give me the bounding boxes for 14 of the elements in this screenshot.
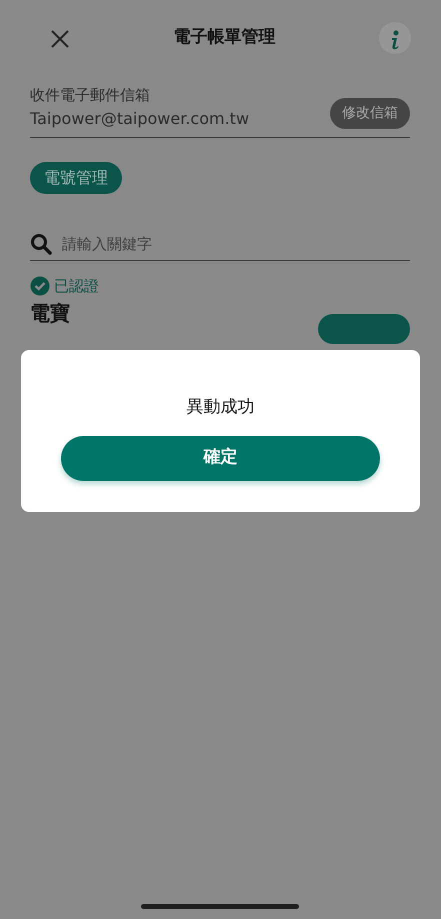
confirm-button[interactable]: 確定: [61, 436, 380, 480]
verified-status: 已認證: [54, 276, 99, 297]
email-value: Taipower@taipower.com.tw: [30, 108, 250, 130]
verified-icon: [30, 276, 50, 296]
page-title: 電子帳單管理: [174, 26, 276, 50]
account-manage-button[interactable]: 電號管理: [30, 162, 122, 194]
edit-email-button[interactable]: 修改信箱: [330, 98, 410, 129]
dialog-message: 異動成功: [186, 396, 254, 419]
search-icon: [30, 232, 52, 255]
apply-button[interactable]: [318, 314, 410, 344]
email-label: 收件電子郵件信箱: [30, 85, 151, 106]
search-field[interactable]: 請輸入關鍵字: [60, 232, 410, 256]
account-name: 電寶: [30, 300, 70, 326]
info-icon[interactable]: [379, 22, 411, 54]
